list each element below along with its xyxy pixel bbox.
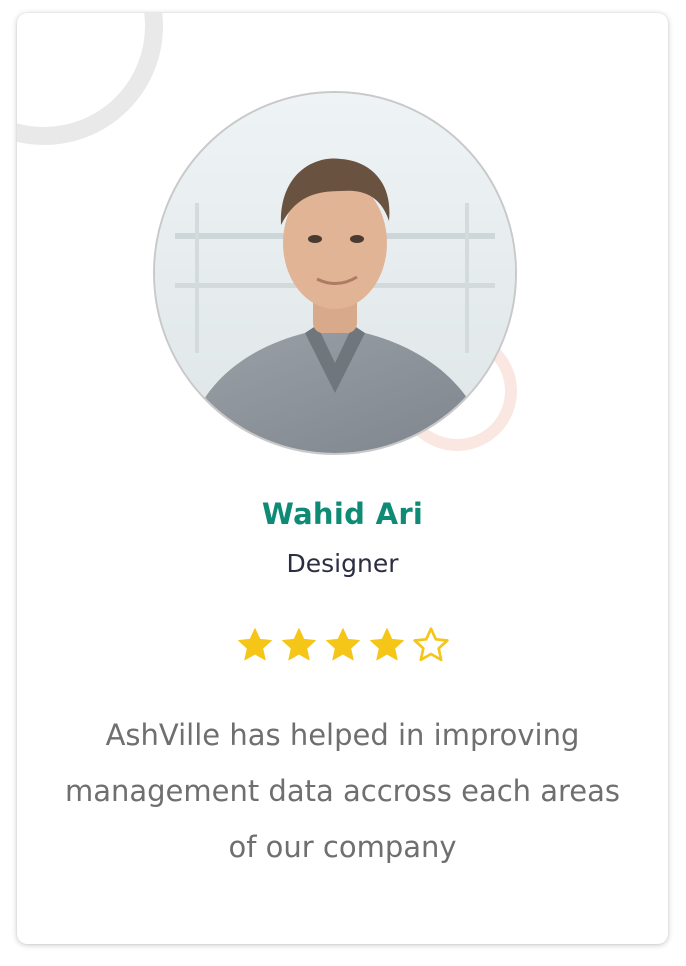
avatar-photo xyxy=(155,93,515,453)
avatar xyxy=(153,91,517,455)
page: Wahid Ari Designer AshVille has helped i… xyxy=(0,0,686,966)
person-role: Designer xyxy=(286,549,399,578)
testimonial-card: Wahid Ari Designer AshVille has helped i… xyxy=(17,13,668,944)
decorative-ring-gray xyxy=(17,13,163,145)
star-filled-icon xyxy=(323,625,363,665)
star-filled-icon xyxy=(279,625,319,665)
person-name: Wahid Ari xyxy=(261,497,424,531)
star-rating xyxy=(17,625,668,665)
star-outline-icon xyxy=(411,625,451,665)
star-filled-icon xyxy=(367,625,407,665)
testimonial-quote: AshVille has helped in improving managem… xyxy=(64,718,621,864)
star-filled-icon xyxy=(235,625,275,665)
